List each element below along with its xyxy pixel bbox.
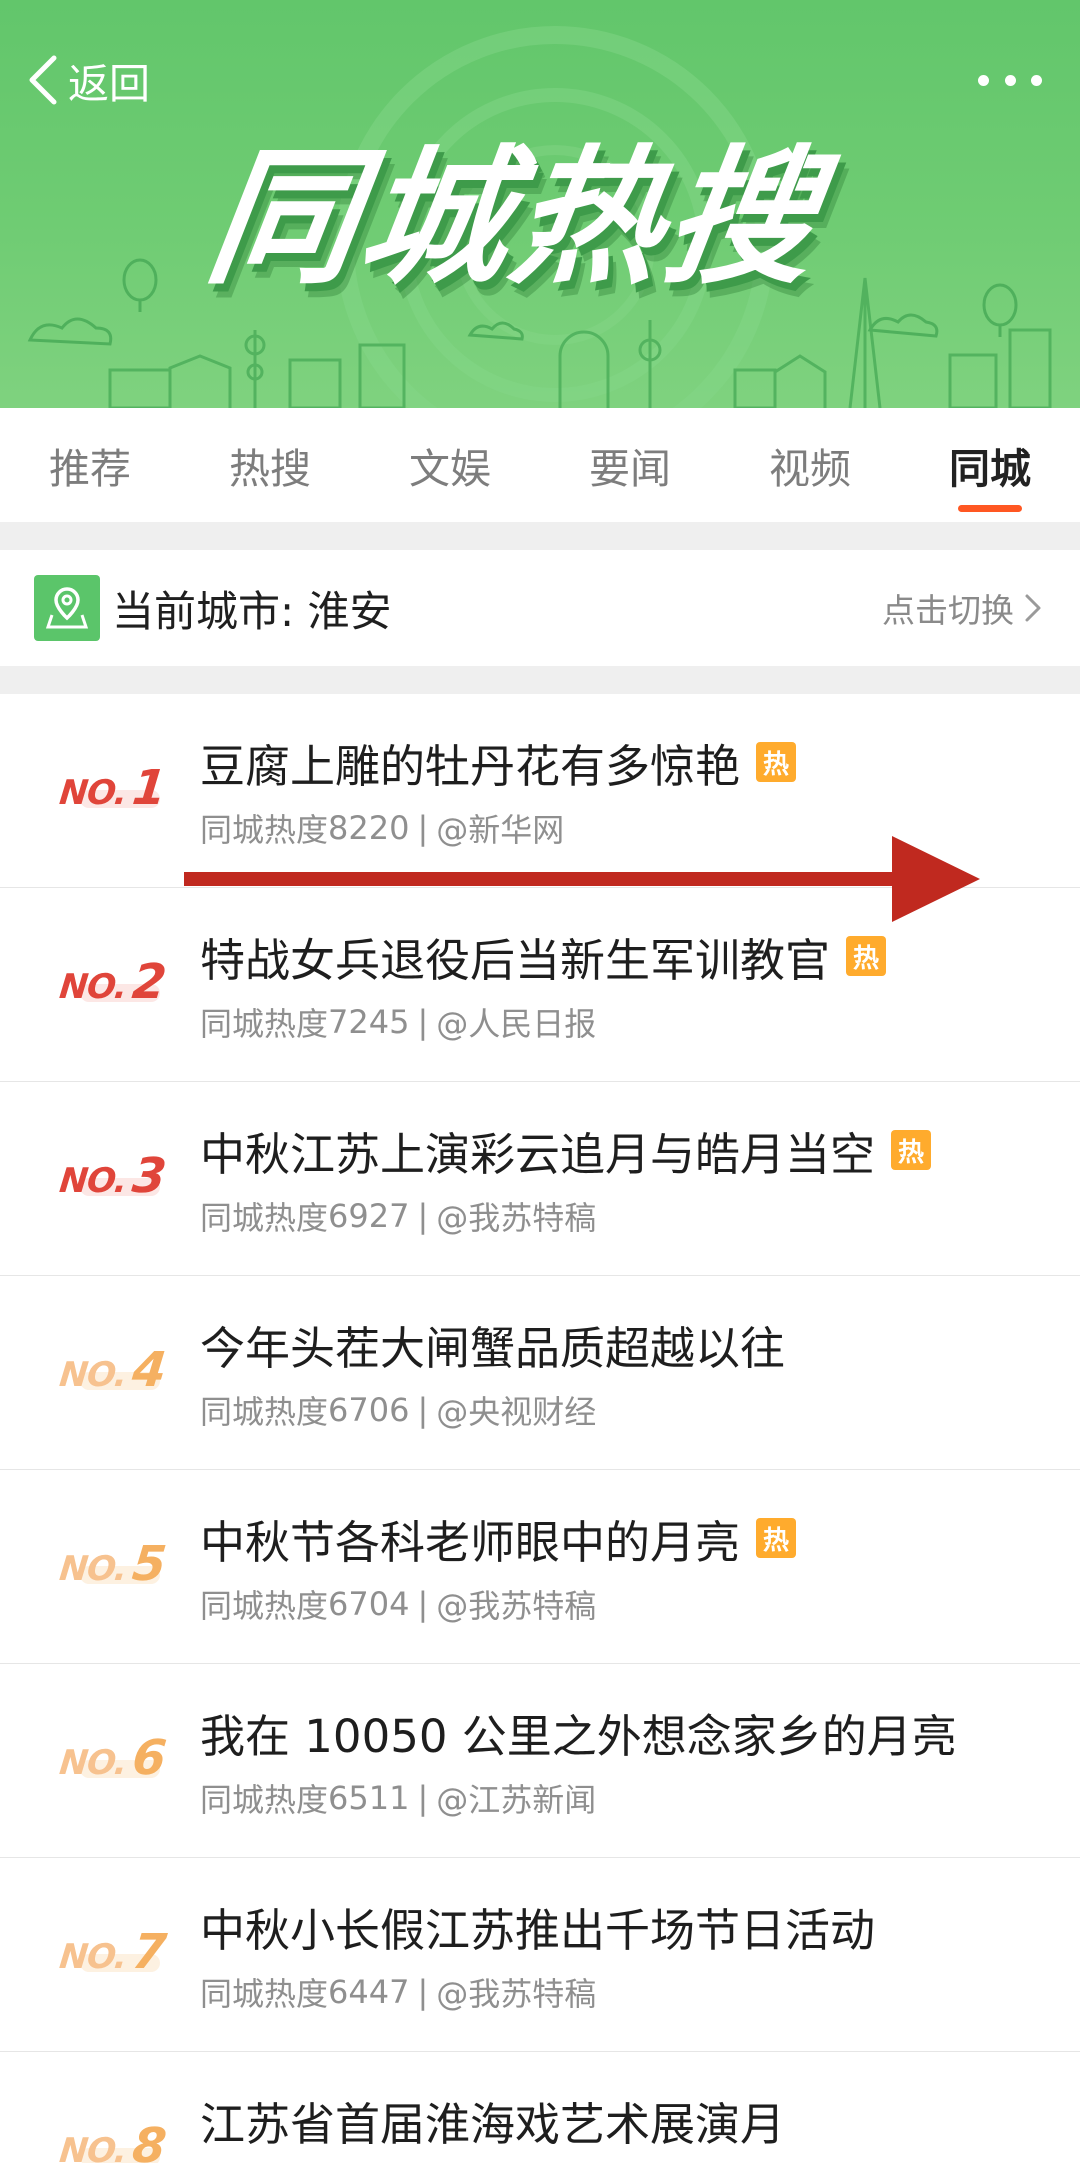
current-city-label: 当前城市: 淮安 — [112, 586, 392, 636]
more-options-icon[interactable] — [978, 62, 1042, 98]
page: 返回 同城热搜 推荐 热搜 文娱 要闻 视频 同城 当前城市: 淮安 点击切换 — [0, 0, 1080, 2163]
divider — [0, 522, 1080, 550]
location-map-icon — [34, 575, 100, 641]
item-title: 江苏省首届淮海戏艺术展演月 — [200, 2097, 786, 2151]
item-title: 豆腐上雕的牡丹花有多惊艳热 — [200, 732, 797, 793]
hot-badge: 热 — [756, 742, 797, 782]
item-title: 中秋江苏上演彩云追月与皓月当空热 — [200, 1120, 932, 1181]
rank-number: NO.3 — [57, 1148, 170, 1204]
item-title: 中秋节各科老师眼中的月亮热 — [200, 1508, 797, 1569]
banner: 返回 同城热搜 — [0, 0, 1080, 408]
switch-city-button[interactable]: 点击切换 — [882, 550, 1042, 666]
tab-news[interactable]: 要闻 — [540, 408, 720, 522]
tab-label: 要闻 — [589, 445, 671, 493]
list-item[interactable]: NO.6 我在 10050 公里之外想念家乡的月亮 同城热度 6511 | @江苏新闻 — [0, 1664, 1080, 1858]
hot-badge: 热 — [846, 936, 887, 976]
rank-number: NO.5 — [57, 1536, 170, 1592]
list-item[interactable]: NO.4 今年头茬大闸蟹品质超越以往 同城热度 6706 | @央视财经 — [0, 1276, 1080, 1470]
item-meta: 同城热度 6927 | @我苏特稿 — [200, 1197, 597, 1237]
active-tab-indicator — [958, 505, 1022, 512]
divider — [0, 666, 1080, 694]
tab-label: 同城 — [949, 445, 1031, 493]
current-city-bar: 当前城市: 淮安 点击切换 — [0, 550, 1080, 666]
item-title: 我在 10050 公里之外想念家乡的月亮 — [200, 1709, 957, 1763]
tab-entertainment[interactable]: 文娱 — [360, 408, 540, 522]
rank-number: NO.4 — [57, 1342, 170, 1398]
back-button[interactable]: 返回 — [26, 50, 150, 110]
item-meta: 同城热度 6447 | @我苏特稿 — [200, 1973, 597, 2013]
hot-badge: 热 — [891, 1130, 932, 1170]
list-item[interactable]: NO.5 中秋节各科老师眼中的月亮热 同城热度 6704 | @我苏特稿 — [0, 1470, 1080, 1664]
item-meta: 同城热度 6511 | @江苏新闻 — [200, 1779, 597, 1819]
list-item[interactable]: NO.8 江苏省首届淮海戏艺术展演月 — [0, 2052, 1080, 2163]
chevron-right-icon — [1025, 594, 1041, 622]
switch-city-label: 点击切换 — [882, 591, 1014, 630]
item-title: 特战女兵退役后当新生军训教官热 — [200, 926, 887, 987]
item-title: 中秋小长假江苏推出千场节日活动 — [200, 1903, 876, 1957]
item-meta: 同城热度 6704 | @我苏特稿 — [200, 1585, 597, 1625]
tab-recommend[interactable]: 推荐 — [0, 408, 180, 522]
red-arrow-annotation — [184, 836, 980, 922]
tab-label: 视频 — [769, 445, 851, 493]
banner-title: 同城热搜 — [197, 132, 831, 304]
chevron-left-icon — [29, 55, 57, 105]
rank-number: NO.2 — [57, 954, 170, 1010]
tab-label: 文娱 — [409, 445, 491, 493]
back-label: 返回 — [68, 60, 150, 108]
rank-number: NO.8 — [57, 2118, 170, 2163]
tab-local[interactable]: 同城 — [900, 408, 1080, 522]
list-item[interactable]: NO.3 中秋江苏上演彩云追月与皓月当空热 同城热度 6927 | @我苏特稿 — [0, 1082, 1080, 1276]
item-title: 今年头茬大闸蟹品质超越以往 — [200, 1321, 786, 1375]
item-meta: 同城热度 7245 | @人民日报 — [200, 1003, 597, 1043]
tab-video[interactable]: 视频 — [720, 408, 900, 522]
tab-hot-search[interactable]: 热搜 — [180, 408, 360, 522]
tab-label: 推荐 — [49, 445, 131, 493]
rank-number: NO.6 — [57, 1730, 170, 1786]
rank-number: NO.1 — [57, 760, 170, 816]
rank-number: NO.7 — [57, 1924, 170, 1980]
item-meta: 同城热度 6706 | @央视财经 — [200, 1391, 597, 1431]
tab-label: 热搜 — [229, 445, 311, 493]
category-tabs: 推荐 热搜 文娱 要闻 视频 同城 — [0, 408, 1080, 522]
list-item[interactable]: NO.7 中秋小长假江苏推出千场节日活动 同城热度 6447 | @我苏特稿 — [0, 1858, 1080, 2052]
hot-badge: 热 — [756, 1518, 797, 1558]
